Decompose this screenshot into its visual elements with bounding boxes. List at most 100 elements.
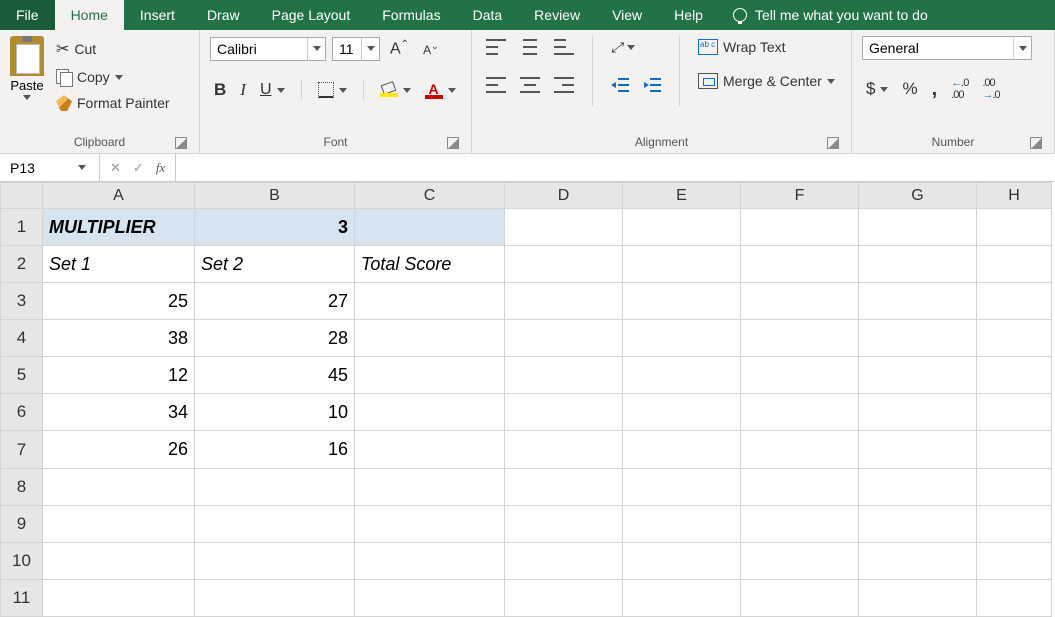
tab-page-layout[interactable]: Page Layout bbox=[256, 0, 367, 30]
align-center-button[interactable] bbox=[516, 74, 544, 96]
font-color-button[interactable]: A bbox=[421, 78, 460, 102]
cell-C3[interactable] bbox=[355, 283, 505, 320]
cell-E8[interactable] bbox=[623, 468, 741, 505]
cell-C2[interactable]: Total Score bbox=[355, 246, 505, 283]
align-left-button[interactable] bbox=[482, 74, 510, 96]
tab-file[interactable]: File bbox=[0, 0, 55, 30]
row-header-11[interactable]: 11 bbox=[1, 579, 43, 616]
font-size-combo[interactable] bbox=[332, 37, 380, 61]
grow-font-button[interactable]: A⌃ bbox=[386, 36, 413, 61]
cell-E11[interactable] bbox=[623, 579, 741, 616]
cell-E4[interactable] bbox=[623, 320, 741, 357]
cell-C5[interactable] bbox=[355, 357, 505, 394]
align-top-button[interactable] bbox=[482, 36, 510, 58]
cell-D8[interactable] bbox=[505, 468, 623, 505]
tab-draw[interactable]: Draw bbox=[191, 0, 256, 30]
row-header-3[interactable]: 3 bbox=[1, 283, 43, 320]
cell-C7[interactable] bbox=[355, 431, 505, 468]
font-name-input[interactable] bbox=[211, 38, 307, 60]
col-header-H[interactable]: H bbox=[977, 183, 1052, 209]
cell-A3[interactable]: 25 bbox=[43, 283, 195, 320]
dialog-launcher-icon[interactable] bbox=[1030, 137, 1042, 149]
row-header-2[interactable]: 2 bbox=[1, 246, 43, 283]
cell-B5[interactable]: 45 bbox=[195, 357, 355, 394]
shrink-font-button[interactable]: A⌄ bbox=[419, 38, 443, 60]
cell-H6[interactable] bbox=[977, 394, 1052, 431]
cell-D9[interactable] bbox=[505, 505, 623, 542]
cell-F10[interactable] bbox=[741, 542, 859, 579]
font-size-input[interactable] bbox=[333, 38, 361, 60]
name-box-input[interactable] bbox=[8, 159, 78, 177]
cell-F9[interactable] bbox=[741, 505, 859, 542]
cell-H11[interactable] bbox=[977, 579, 1052, 616]
cell-C11[interactable] bbox=[355, 579, 505, 616]
cell-A2[interactable]: Set 1 bbox=[43, 246, 195, 283]
cell-G2[interactable] bbox=[859, 246, 977, 283]
cell-A7[interactable]: 26 bbox=[43, 431, 195, 468]
cell-B10[interactable] bbox=[195, 542, 355, 579]
cell-C9[interactable] bbox=[355, 505, 505, 542]
cell-H9[interactable] bbox=[977, 505, 1052, 542]
row-header-5[interactable]: 5 bbox=[1, 357, 43, 394]
cell-F4[interactable] bbox=[741, 320, 859, 357]
dialog-launcher-icon[interactable] bbox=[827, 137, 839, 149]
cell-G7[interactable] bbox=[859, 431, 977, 468]
row-header-1[interactable]: 1 bbox=[1, 209, 43, 246]
cell-E5[interactable] bbox=[623, 357, 741, 394]
cell-A6[interactable]: 34 bbox=[43, 394, 195, 431]
borders-button[interactable] bbox=[314, 79, 351, 101]
increase-decimal-button[interactable]: ←.0.00 bbox=[947, 74, 972, 104]
row-header-10[interactable]: 10 bbox=[1, 542, 43, 579]
cell-B9[interactable] bbox=[195, 505, 355, 542]
cell-D2[interactable] bbox=[505, 246, 623, 283]
increase-indent-button[interactable] bbox=[639, 75, 665, 95]
tab-data[interactable]: Data bbox=[457, 0, 519, 30]
cell-G3[interactable] bbox=[859, 283, 977, 320]
cell-H2[interactable] bbox=[977, 246, 1052, 283]
tab-review[interactable]: Review bbox=[518, 0, 596, 30]
cell-D4[interactable] bbox=[505, 320, 623, 357]
cell-A10[interactable] bbox=[43, 542, 195, 579]
cell-B11[interactable] bbox=[195, 579, 355, 616]
cell-F6[interactable] bbox=[741, 394, 859, 431]
cell-E6[interactable] bbox=[623, 394, 741, 431]
cell-F1[interactable] bbox=[741, 209, 859, 246]
orientation-button[interactable]: ⤢ab bbox=[607, 36, 639, 59]
cell-F2[interactable] bbox=[741, 246, 859, 283]
cell-F3[interactable] bbox=[741, 283, 859, 320]
cell-G1[interactable] bbox=[859, 209, 977, 246]
tab-help[interactable]: Help bbox=[658, 0, 719, 30]
cancel-icon[interactable]: ✕ bbox=[110, 160, 121, 176]
row-header-8[interactable]: 8 bbox=[1, 468, 43, 505]
tab-view[interactable]: View bbox=[596, 0, 658, 30]
select-all-corner[interactable] bbox=[1, 183, 43, 209]
col-header-G[interactable]: G bbox=[859, 183, 977, 209]
name-box[interactable] bbox=[0, 154, 100, 181]
comma-format-button[interactable]: , bbox=[928, 75, 942, 104]
cell-B7[interactable]: 16 bbox=[195, 431, 355, 468]
cell-A9[interactable] bbox=[43, 505, 195, 542]
cell-G6[interactable] bbox=[859, 394, 977, 431]
copy-button[interactable]: Copy bbox=[52, 66, 174, 88]
cell-G5[interactable] bbox=[859, 357, 977, 394]
col-header-B[interactable]: B bbox=[195, 183, 355, 209]
cell-A4[interactable]: 38 bbox=[43, 320, 195, 357]
wrap-text-button[interactable]: ab c Wrap Text bbox=[694, 36, 839, 58]
cell-D6[interactable] bbox=[505, 394, 623, 431]
cell-E2[interactable] bbox=[623, 246, 741, 283]
col-header-A[interactable]: A bbox=[43, 183, 195, 209]
cell-F11[interactable] bbox=[741, 579, 859, 616]
cell-D5[interactable] bbox=[505, 357, 623, 394]
cell-B2[interactable]: Set 2 bbox=[195, 246, 355, 283]
cell-D10[interactable] bbox=[505, 542, 623, 579]
cell-B4[interactable]: 28 bbox=[195, 320, 355, 357]
number-format-input[interactable] bbox=[863, 37, 1013, 59]
cell-H3[interactable] bbox=[977, 283, 1052, 320]
cell-E7[interactable] bbox=[623, 431, 741, 468]
cell-H1[interactable] bbox=[977, 209, 1052, 246]
tell-me[interactable]: Tell me what you want to do bbox=[719, 0, 942, 30]
accounting-format-button[interactable]: $ bbox=[862, 76, 892, 102]
cell-C6[interactable] bbox=[355, 394, 505, 431]
cell-B1[interactable]: 3 bbox=[195, 209, 355, 246]
paste-button[interactable]: Paste bbox=[10, 36, 44, 100]
